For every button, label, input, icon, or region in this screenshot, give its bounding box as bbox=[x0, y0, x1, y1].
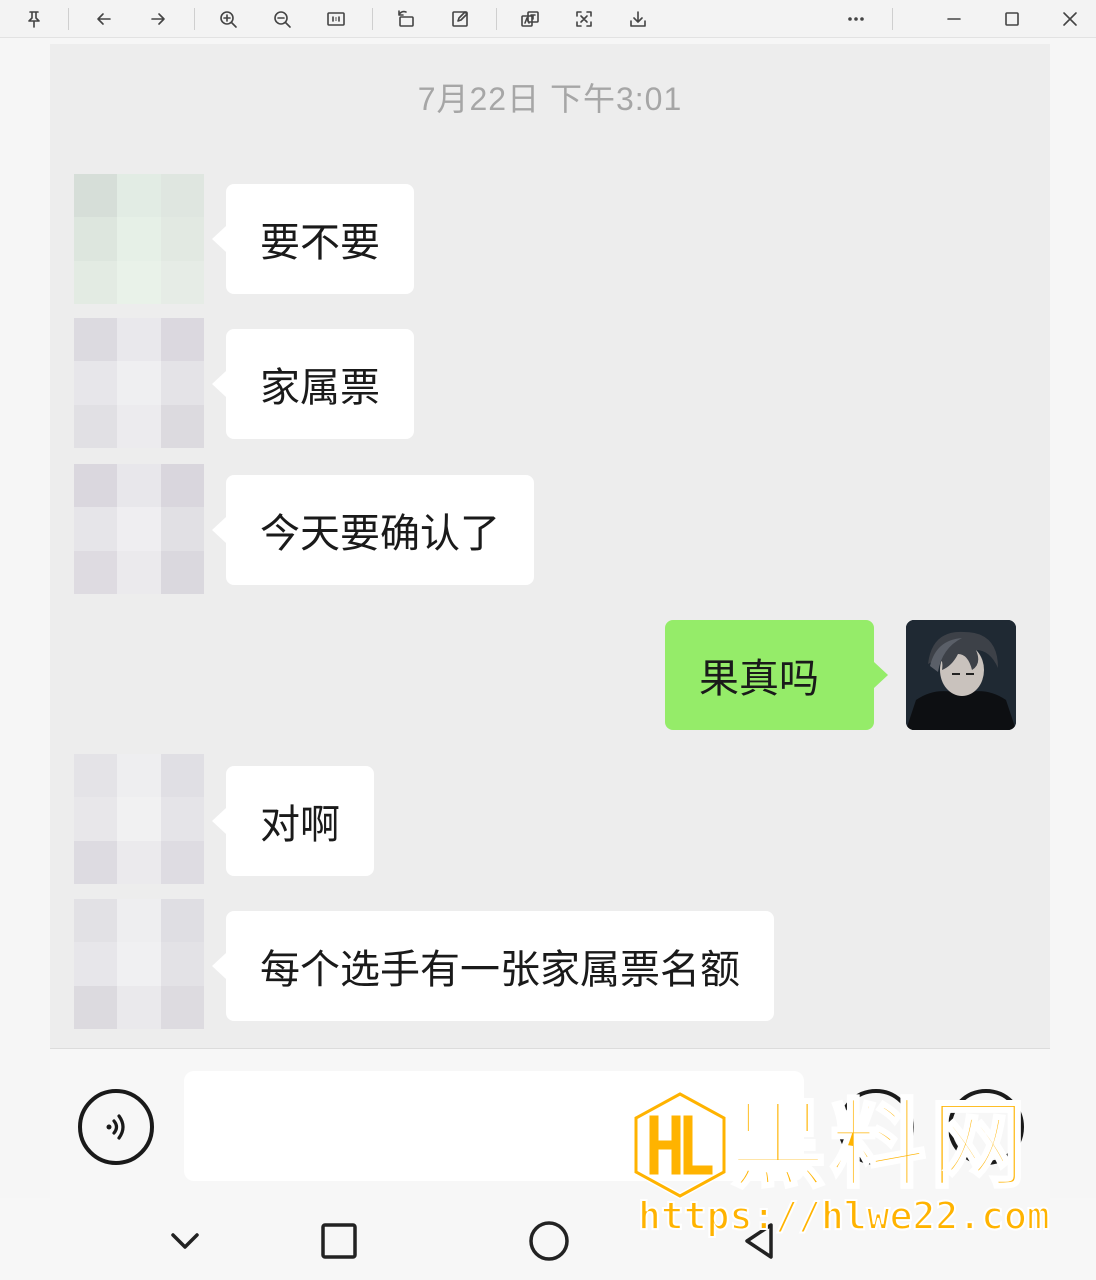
incoming-message-bubble[interactable]: 要不要 bbox=[212, 184, 414, 294]
back-icon[interactable] bbox=[734, 1216, 784, 1266]
pin-icon[interactable] bbox=[18, 4, 50, 34]
chat-conversation: 7月22日 下午3:01 要不要 家属票 今天要确认了 果真吗 对啊 每个选手有… bbox=[50, 44, 1050, 1048]
back-arrow-icon[interactable] bbox=[88, 4, 120, 34]
zoom-out-icon[interactable] bbox=[266, 4, 298, 34]
contact-avatar-blurred bbox=[74, 754, 204, 884]
incoming-message-bubble[interactable]: 家属票 bbox=[212, 329, 414, 439]
edit-icon[interactable] bbox=[444, 4, 476, 34]
collapse-chevron-icon[interactable] bbox=[160, 1216, 210, 1266]
contact-avatar-blurred bbox=[74, 899, 204, 1029]
message-input[interactable] bbox=[184, 1071, 804, 1181]
contact-avatar-blurred bbox=[74, 464, 204, 594]
toolbar-divider bbox=[372, 8, 373, 30]
zoom-in-icon[interactable] bbox=[212, 4, 244, 34]
system-navigation-bar bbox=[0, 1198, 1096, 1280]
outgoing-message-bubble[interactable]: 果真吗 bbox=[665, 620, 888, 730]
toolbar-divider bbox=[892, 8, 893, 30]
emoji-icon[interactable] bbox=[838, 1089, 914, 1165]
message-timestamp: 7月22日 下午3:01 bbox=[417, 81, 683, 117]
toolbar-divider bbox=[496, 8, 497, 30]
toolbar-divider bbox=[194, 8, 195, 30]
add-icon[interactable] bbox=[948, 1089, 1024, 1165]
toolbar-divider bbox=[68, 8, 69, 30]
contact-avatar-blurred bbox=[74, 174, 204, 304]
forward-arrow-icon[interactable] bbox=[142, 4, 174, 34]
chat-input-bar bbox=[50, 1048, 1050, 1198]
rotate-icon[interactable] bbox=[390, 4, 422, 34]
viewer-toolbar bbox=[0, 0, 1096, 38]
screenshot-icon[interactable] bbox=[568, 4, 600, 34]
close-icon[interactable] bbox=[1054, 4, 1086, 34]
user-avatar[interactable] bbox=[906, 620, 1016, 730]
actual-size-icon[interactable] bbox=[320, 4, 352, 34]
image-viewer: 7月22日 下午3:01 要不要 家属票 今天要确认了 果真吗 对啊 每个选手有… bbox=[0, 0, 1096, 1280]
voice-icon[interactable] bbox=[78, 1089, 154, 1165]
contact-avatar-blurred bbox=[74, 318, 204, 448]
maximize-icon[interactable] bbox=[996, 4, 1028, 34]
incoming-message-bubble[interactable]: 对啊 bbox=[212, 766, 374, 876]
home-icon[interactable] bbox=[524, 1216, 574, 1266]
more-icon[interactable] bbox=[840, 4, 872, 34]
recents-icon[interactable] bbox=[314, 1216, 364, 1266]
incoming-message-bubble[interactable]: 每个选手有一张家属票名额 bbox=[212, 911, 774, 1021]
download-icon[interactable] bbox=[622, 4, 654, 34]
minimize-icon[interactable] bbox=[938, 4, 970, 34]
incoming-message-bubble[interactable]: 今天要确认了 bbox=[212, 475, 534, 585]
translate-icon[interactable] bbox=[514, 4, 546, 34]
